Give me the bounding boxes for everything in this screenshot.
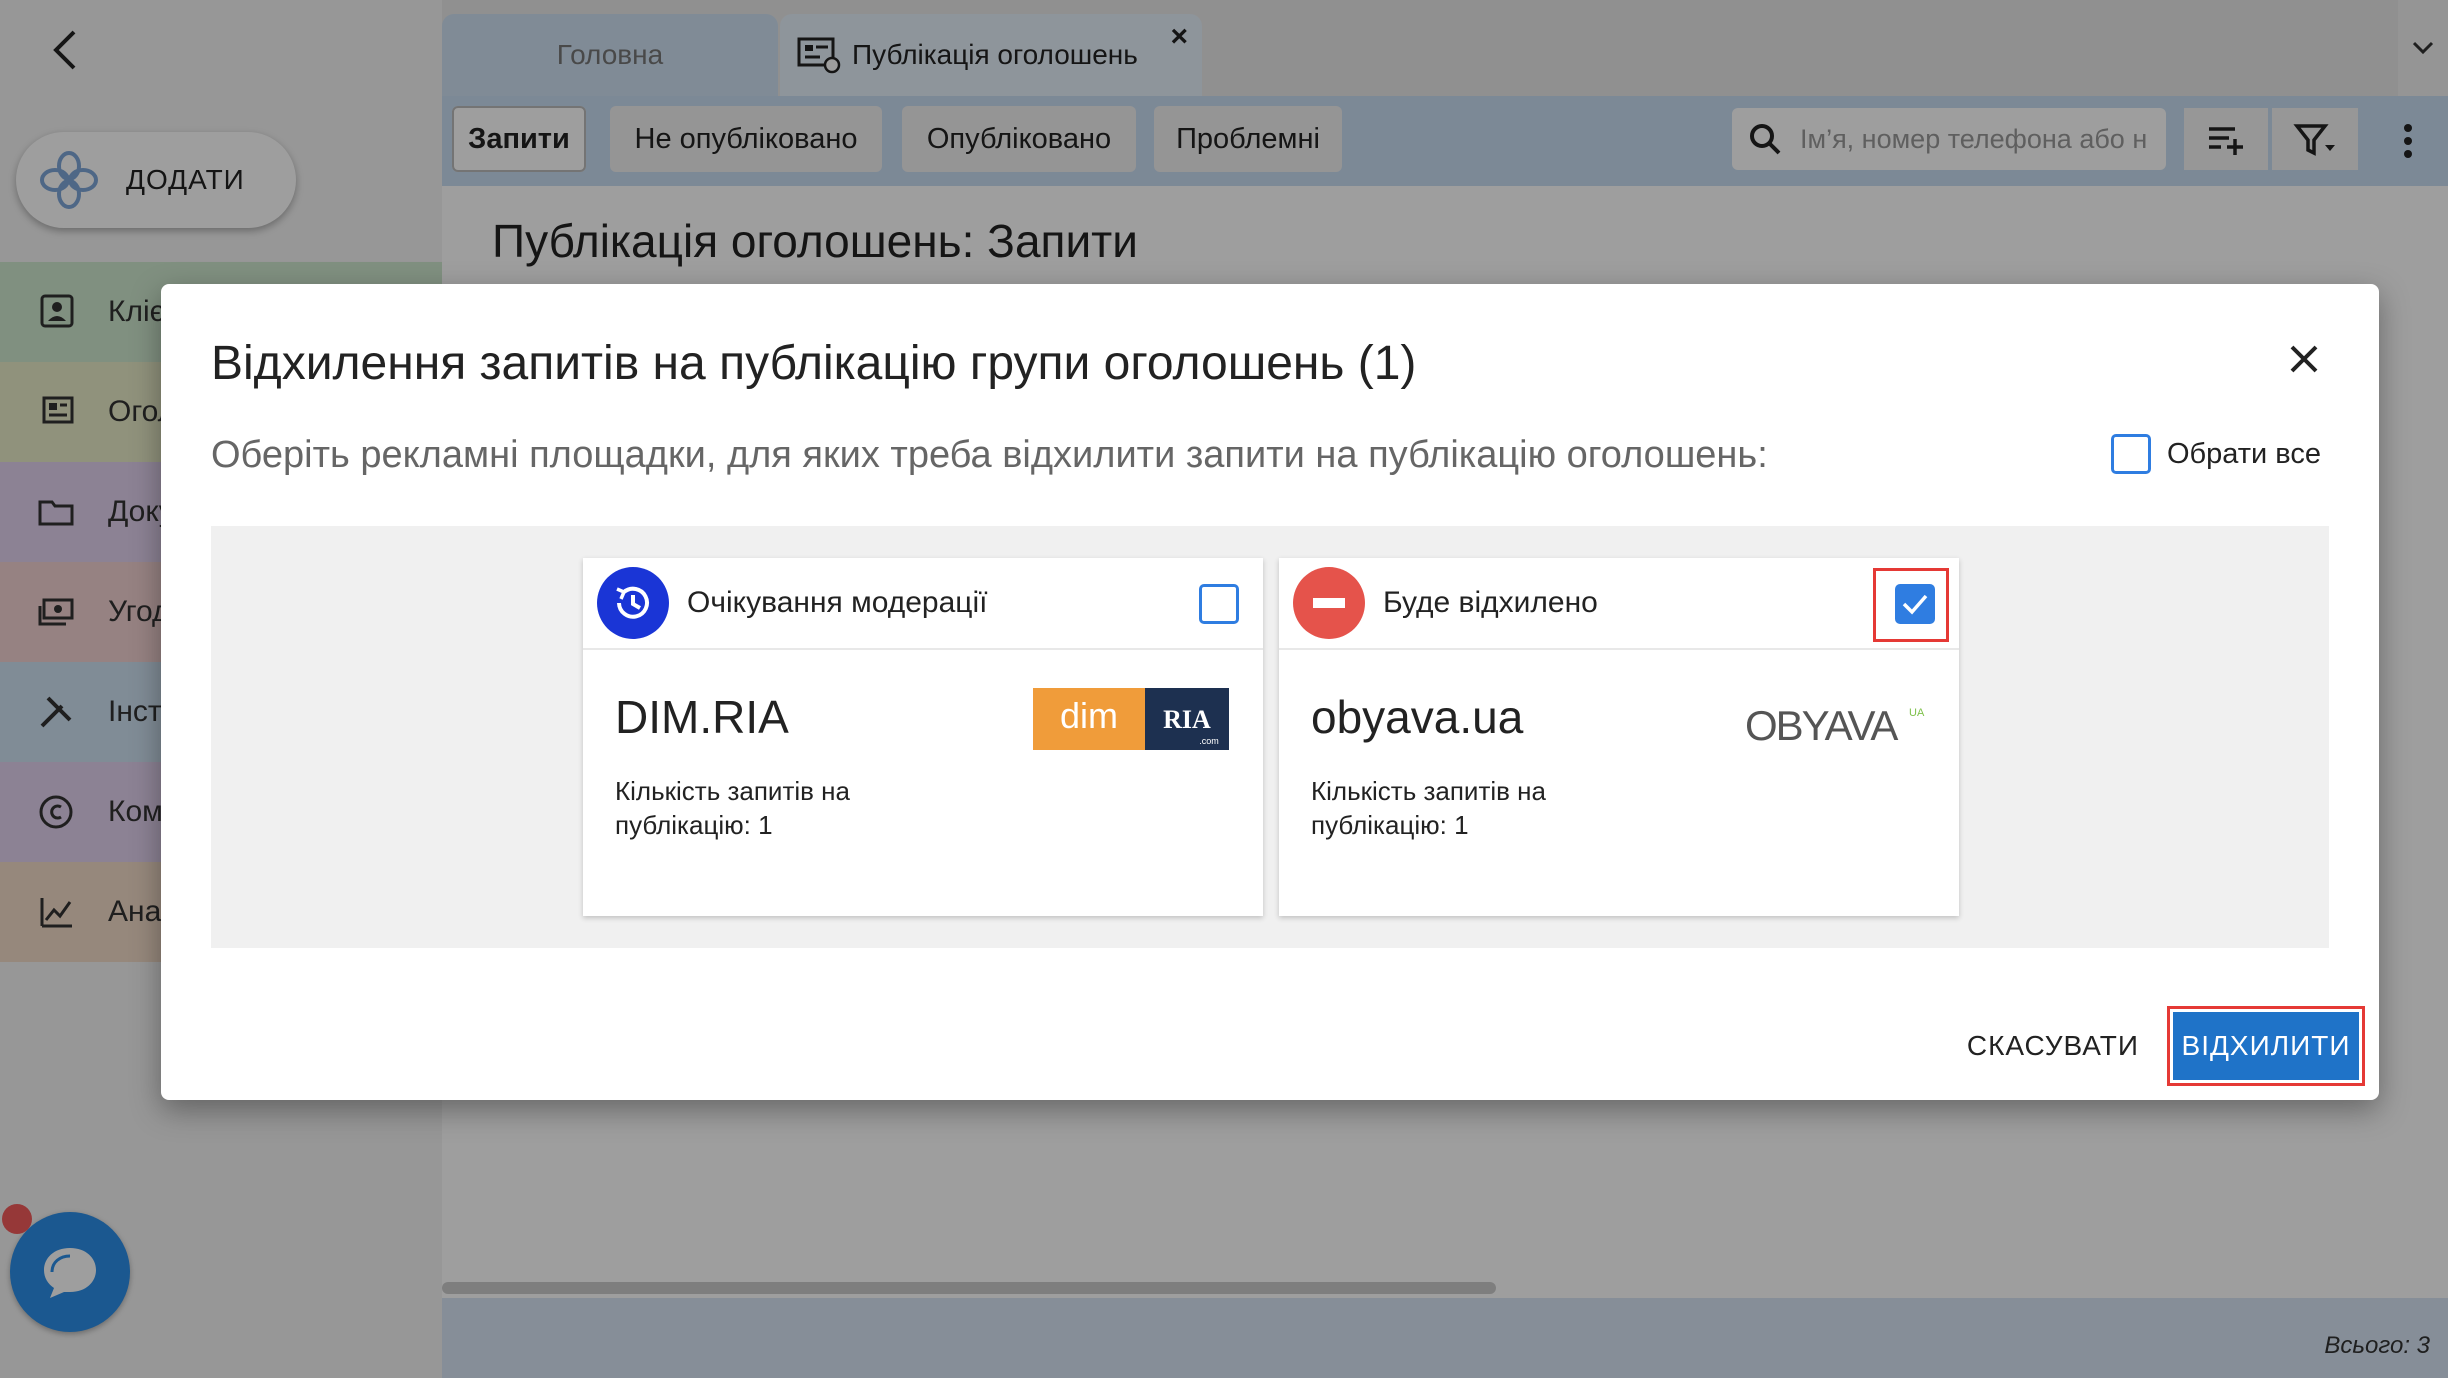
obyava-logo: OBYAVA UA — [1745, 698, 1925, 753]
reject-button-highlight: ВІДХИЛИТИ — [2167, 1006, 2365, 1086]
minus-circle-icon — [1293, 567, 1365, 639]
platform-cards: Очікування модерації DIM.RIA Кількість з… — [211, 526, 2329, 948]
card-checkbox[interactable] — [1199, 584, 1239, 624]
platform-name: DIM.RIA — [615, 691, 789, 743]
select-all[interactable]: Обрати все — [2110, 434, 2321, 474]
request-count: Кількість запитів на публікацію: 1 — [615, 776, 850, 840]
platform-name: obyava.ua — [1311, 691, 1524, 743]
card-header: Очікування модерації — [583, 558, 1263, 650]
svg-text:OBYAVA: OBYAVA — [1745, 702, 1898, 748]
dimria-logo: dim RIA .com — [1033, 688, 1229, 755]
reject-button[interactable]: ВІДХИЛИТИ — [2173, 1012, 2359, 1080]
dialog-subtitle: Оберіть рекламні площадки, для яких треб… — [211, 434, 1768, 476]
highlight-box — [1873, 568, 1949, 642]
card-status: Буде відхилено — [1383, 586, 1598, 619]
reject-dialog: Відхилення запитів на публікацію групи о… — [161, 284, 2379, 1100]
svg-text:RIA: RIA — [1163, 705, 1211, 734]
dialog-actions: СКАСУВАТИ ВІДХИЛИТИ — [1967, 1006, 2365, 1086]
request-count: Кількість запитів на публікацію: 1 — [1311, 776, 1546, 840]
svg-text:dim: dim — [1060, 695, 1118, 736]
dialog-close-button[interactable] — [2281, 336, 2327, 382]
dialog-title: Відхилення запитів на публікацію групи о… — [211, 337, 1417, 390]
select-all-label: Обрати все — [2166, 437, 2321, 470]
select-all-checkbox[interactable] — [2110, 434, 2151, 474]
history-icon — [597, 567, 669, 639]
close-icon — [2290, 345, 2318, 373]
cancel-button[interactable]: СКАСУВАТИ — [1967, 1030, 2139, 1062]
svg-text:.com: .com — [1199, 736, 1219, 746]
card-header: Буде відхилено — [1279, 558, 1959, 650]
platform-card-obyava: Буде відхилено obyava.ua Кількість запит… — [1279, 558, 1959, 916]
card-status: Очікування модерації — [687, 586, 988, 619]
platform-card-dimria: Очікування модерації DIM.RIA Кількість з… — [583, 558, 1263, 916]
svg-text:UA: UA — [1909, 707, 1925, 719]
